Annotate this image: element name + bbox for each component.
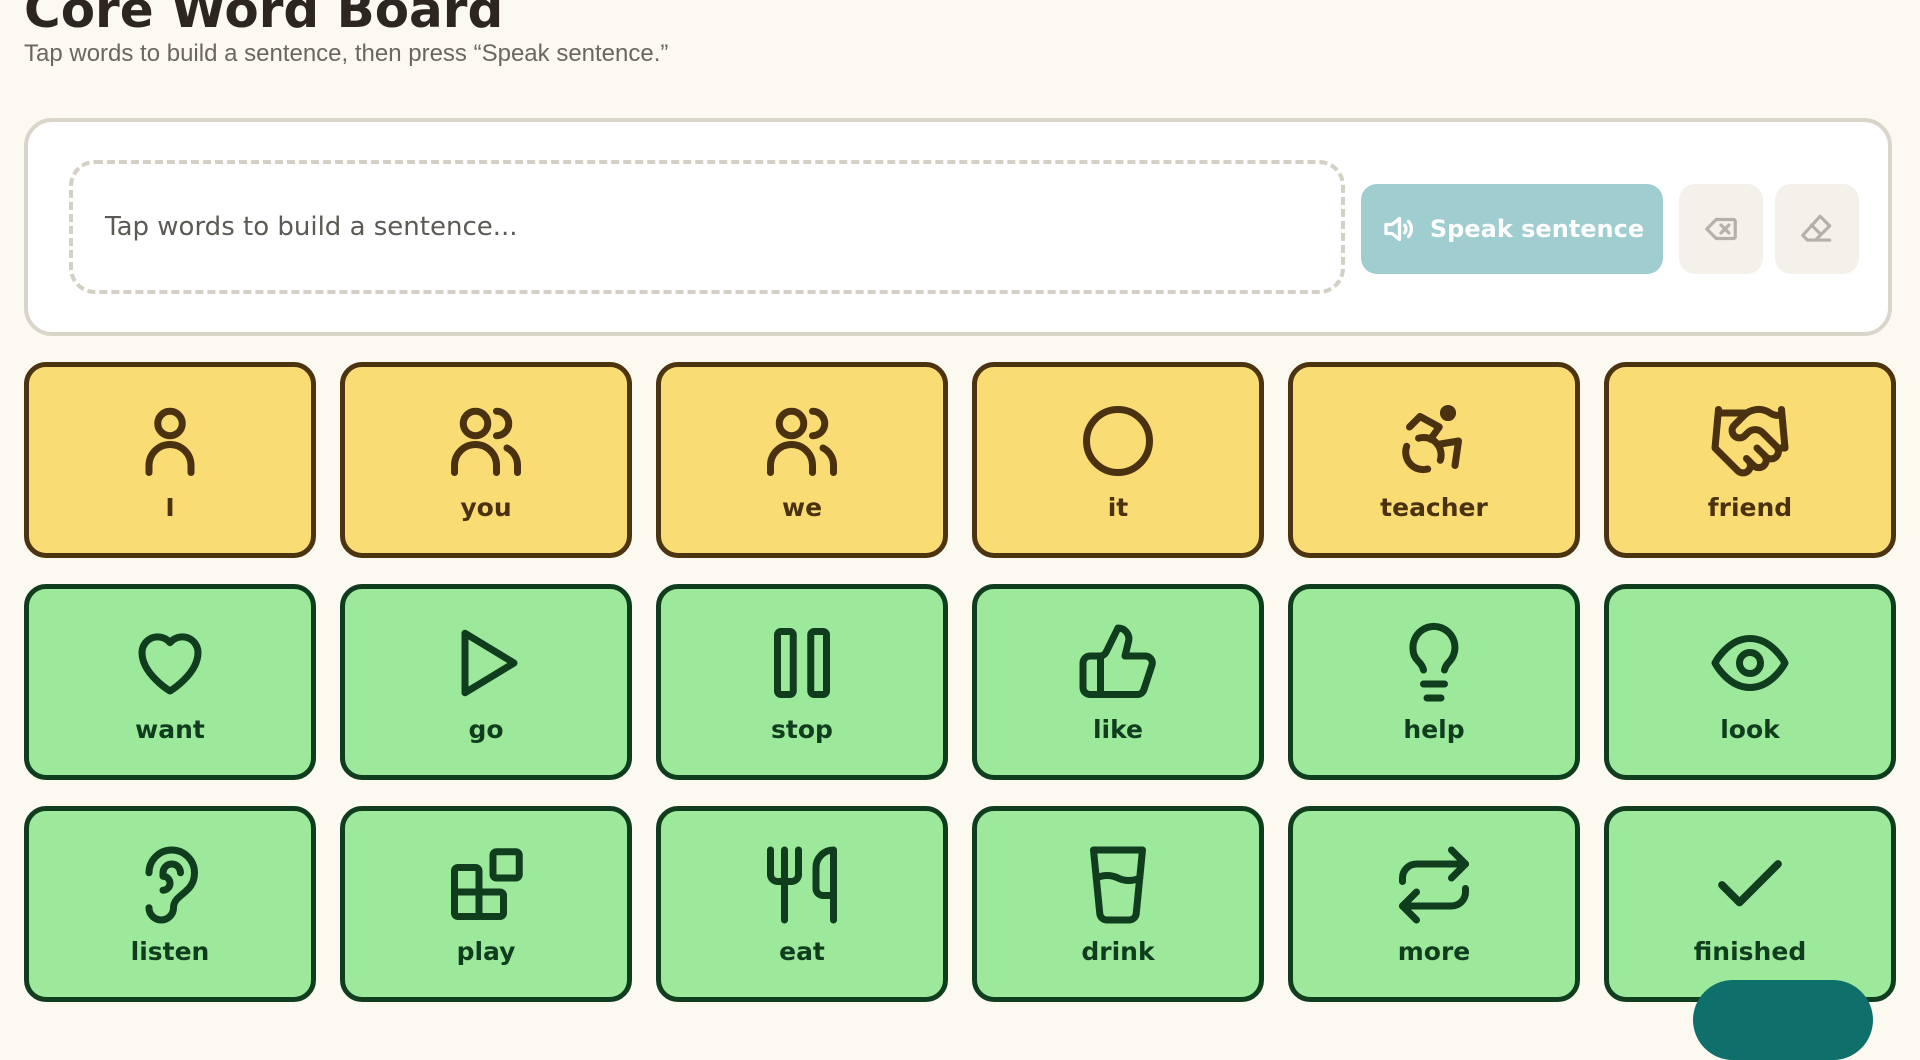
speak-sentence-button[interactable]: Speak sentence (1361, 184, 1663, 274)
word-label: look (1720, 714, 1780, 744)
backspace-button[interactable] (1679, 184, 1763, 274)
word-label: we (781, 492, 823, 522)
word-tile-finished[interactable]: finished (1604, 806, 1896, 1002)
word-tile-more[interactable]: more (1288, 806, 1580, 1002)
word-tile-eat[interactable]: eat (656, 806, 948, 1002)
word-label: stop (771, 714, 833, 744)
word-label: listen (130, 936, 210, 966)
floating-action-button[interactable] (1693, 980, 1873, 1060)
word-tile-stop[interactable]: stop (656, 584, 948, 780)
word-tile-want[interactable]: want (24, 584, 316, 780)
utensils-icon (767, 846, 837, 923)
backspace-icon (1705, 217, 1737, 241)
word-grid: I you we it teacher friend want go stop … (24, 362, 1896, 1002)
handshake-icon (1711, 405, 1789, 476)
group-icon (767, 407, 837, 476)
word-label: play (456, 936, 516, 966)
word-tile-friend[interactable]: friend (1604, 362, 1896, 558)
word-label: like (1092, 714, 1144, 744)
lightbulb-icon (1409, 622, 1459, 701)
sentence-placeholder: Tap words to build a sentence... (105, 212, 518, 242)
word-tile-help[interactable]: help (1288, 584, 1580, 780)
sentence-panel: Tap words to build a sentence... Speak s… (24, 118, 1892, 336)
thumbs-up-icon (1079, 623, 1156, 698)
word-label: want (135, 714, 205, 744)
word-label: more (1397, 936, 1471, 966)
word-label: drink (1081, 936, 1155, 966)
speaker-icon (1384, 216, 1413, 242)
circle-icon (1083, 405, 1153, 476)
word-tile-teacher[interactable]: teacher (1288, 362, 1580, 558)
word-label: help (1403, 714, 1465, 744)
cup-icon (1090, 846, 1146, 924)
blocks-icon (451, 847, 523, 920)
play-icon (461, 629, 518, 696)
word-label: eat (779, 936, 825, 966)
clear-button[interactable] (1775, 184, 1859, 274)
repeat-icon (1399, 846, 1469, 923)
word-tile-like[interactable]: like (972, 584, 1264, 780)
word-tile-it[interactable]: it (972, 362, 1264, 558)
accessibility-icon (1402, 404, 1462, 473)
word-tile-look[interactable]: look (1604, 584, 1896, 780)
word-label: it (1107, 492, 1129, 522)
heart-icon (138, 632, 202, 694)
speak-sentence-label: Speak sentence (1429, 215, 1645, 243)
page-title: Core Word Board (24, 0, 504, 39)
check-icon (1718, 859, 1782, 906)
word-tile-you[interactable]: you (340, 362, 632, 558)
word-label: you (460, 492, 512, 522)
page-subtitle: Tap words to build a sentence, then pres… (24, 40, 669, 67)
person-icon (145, 407, 195, 476)
word-label: go (468, 714, 504, 744)
word-label: finished (1693, 936, 1807, 966)
word-tile-we[interactable]: we (656, 362, 948, 558)
word-tile-go[interactable]: go (340, 584, 632, 780)
ear-icon (145, 846, 198, 923)
word-label: I (165, 492, 175, 522)
word-label: teacher (1380, 492, 1488, 522)
word-tile-listen[interactable]: listen (24, 806, 316, 1002)
word-label: friend (1707, 492, 1793, 522)
word-tile-i[interactable]: I (24, 362, 316, 558)
sentence-strip[interactable]: Tap words to build a sentence... (69, 160, 1345, 294)
people-icon (451, 407, 521, 476)
page: Core Word Board Tap words to build a sen… (24, 0, 1896, 1002)
pause-icon (774, 627, 830, 698)
eraser-icon (1801, 214, 1832, 242)
word-tile-play[interactable]: play (340, 806, 632, 1002)
eye-icon (1711, 634, 1789, 691)
word-tile-drink[interactable]: drink (972, 806, 1264, 1002)
